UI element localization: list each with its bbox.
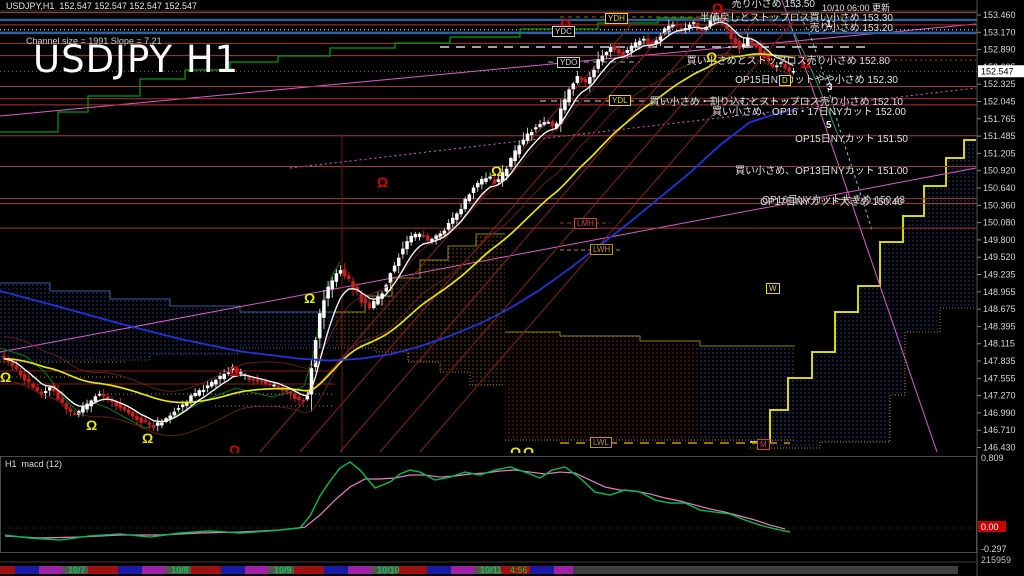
price-annotation: 売り小さめ 153.20 bbox=[810, 19, 893, 34]
price-tick-label: 146.430 bbox=[983, 443, 1016, 453]
macd-indicator-label: H1 macd (12) bbox=[5, 459, 62, 469]
omega-marker-yellow: Ω bbox=[304, 290, 315, 306]
session-segment bbox=[221, 566, 245, 574]
price-tick-label: 147.270 bbox=[983, 391, 1016, 401]
chart-canvas[interactable]: ΩΩΩΩΩΩΩΩΩΩΩΩΩΩ153.460153.170152.890152.6… bbox=[0, 0, 1024, 576]
session-segment bbox=[397, 566, 427, 574]
level-tag-w: W bbox=[766, 283, 780, 294]
price-annotation: OP17日NYカット大きめ 150.40 bbox=[760, 193, 903, 208]
price-tick-label: 146.990 bbox=[983, 408, 1016, 418]
omega-marker-yellow: Ω bbox=[142, 430, 153, 446]
session-segment bbox=[451, 566, 474, 574]
level-tag-ydo: YDO bbox=[557, 57, 580, 68]
session-counter: 215959 bbox=[981, 555, 1011, 565]
wave-count-label: 1 bbox=[826, 19, 832, 30]
price-tick-label: 150.360 bbox=[983, 200, 1016, 210]
price-tick-label: 152.890 bbox=[983, 45, 1016, 55]
current-price-label: 152.547 bbox=[981, 67, 1014, 77]
level-tag-lwl: LWL bbox=[590, 437, 612, 448]
mt4-chart-window: ΩΩΩΩΩΩΩΩΩΩΩΩΩΩ153.460153.170152.890152.6… bbox=[0, 0, 1024, 576]
price-tick-label: 148.115 bbox=[983, 339, 1015, 349]
price-tick-label: 152.045 bbox=[983, 97, 1016, 107]
omega-marker-yellow: Ω bbox=[491, 163, 502, 179]
level-tag-d: D bbox=[779, 75, 791, 86]
price-annotation: OP15日NYカットやや小さめ 152.30 bbox=[735, 71, 898, 86]
session-segment bbox=[0, 566, 15, 574]
symbol-ohlc-readout: USDJPY,H1 152.547 152.547 152.547 152.54… bbox=[6, 1, 197, 11]
price-tick-label: 149.800 bbox=[983, 235, 1016, 245]
price-tick-label: 152.325 bbox=[983, 79, 1016, 89]
date-label: 10/10 bbox=[377, 565, 400, 575]
session-segment-offhours bbox=[573, 566, 958, 574]
macd-scale-label: -0.297 bbox=[981, 544, 1007, 554]
price-annotation: OP15日NYカット 151.50 bbox=[795, 130, 908, 145]
price-tick-label: 153.460 bbox=[983, 10, 1016, 20]
price-tick-label: 151.765 bbox=[983, 114, 1016, 124]
omega-marker-yellow: Ω bbox=[0, 369, 11, 385]
price-tick-label: 146.710 bbox=[983, 425, 1016, 435]
price-tick-label: 153.170 bbox=[983, 27, 1016, 37]
price-annotation: 買い小さめ、OP16・17日NYカット 152.00 bbox=[712, 103, 906, 118]
session-segment bbox=[245, 566, 268, 574]
session-bar bbox=[0, 566, 958, 574]
watermark-title: USDJPY H1 bbox=[33, 38, 239, 81]
session-segment bbox=[530, 566, 554, 574]
date-label: 10/11 bbox=[480, 565, 502, 575]
session-extra-label: 4:56 bbox=[510, 565, 528, 575]
macd-scale-label: 0.809 bbox=[981, 453, 1004, 463]
price-annotation: 買い小さめ、OP13日NYカット 151.00 bbox=[735, 162, 908, 177]
level-tag-ydl: YDL bbox=[609, 95, 631, 106]
level-tag-lwh: LWH bbox=[590, 244, 613, 255]
session-segment bbox=[88, 566, 118, 574]
session-segment bbox=[294, 566, 324, 574]
date-label: 10/9 bbox=[274, 565, 292, 575]
wave-count-label: 5 bbox=[826, 120, 832, 131]
omega-marker-yellow: Ω bbox=[86, 417, 97, 433]
level-tag-m: M bbox=[757, 439, 770, 450]
price-tick-label: 150.080 bbox=[983, 218, 1016, 228]
price-tick-label: 151.205 bbox=[983, 148, 1016, 158]
macd-zero-label: 0.00 bbox=[981, 522, 999, 532]
price-tick-label: 148.675 bbox=[983, 304, 1016, 314]
price-tick-label: 150.640 bbox=[983, 183, 1016, 193]
level-tag-lmh: LMH bbox=[574, 218, 597, 229]
session-segment bbox=[39, 566, 62, 574]
omega-marker-red: Ω bbox=[229, 363, 240, 379]
price-tick-label: 149.235 bbox=[983, 270, 1016, 280]
price-tick-label: 150.920 bbox=[983, 166, 1016, 176]
session-segment bbox=[191, 566, 221, 574]
session-segment bbox=[324, 566, 348, 574]
price-annotation: 買い小さめとストップロス売り小さめ 152.80 bbox=[687, 52, 890, 67]
price-tick-label: 147.835 bbox=[983, 356, 1016, 366]
session-segment bbox=[118, 566, 142, 574]
omega-marker-red: Ω bbox=[377, 174, 388, 190]
date-label: 10/7 bbox=[68, 565, 86, 575]
wave-count-label: 3 bbox=[827, 82, 833, 93]
session-segment bbox=[15, 566, 39, 574]
session-segment bbox=[427, 566, 451, 574]
price-tick-label: 148.955 bbox=[983, 287, 1016, 297]
panel-divider[interactable] bbox=[0, 452, 977, 455]
session-segment bbox=[348, 566, 371, 574]
price-tick-label: 149.520 bbox=[983, 252, 1016, 262]
price-tick-label: 147.555 bbox=[983, 373, 1016, 383]
price-tick-label: 151.485 bbox=[983, 131, 1016, 141]
date-label: 10/8 bbox=[171, 565, 189, 575]
ichimoku-cloud-left bbox=[0, 283, 335, 360]
session-segment bbox=[554, 566, 573, 574]
level-tag-ydh: YDH bbox=[605, 13, 628, 24]
session-segment bbox=[142, 566, 165, 574]
price-tick-label: 148.395 bbox=[983, 321, 1016, 331]
level-tag-ydc: YDC bbox=[552, 26, 575, 37]
